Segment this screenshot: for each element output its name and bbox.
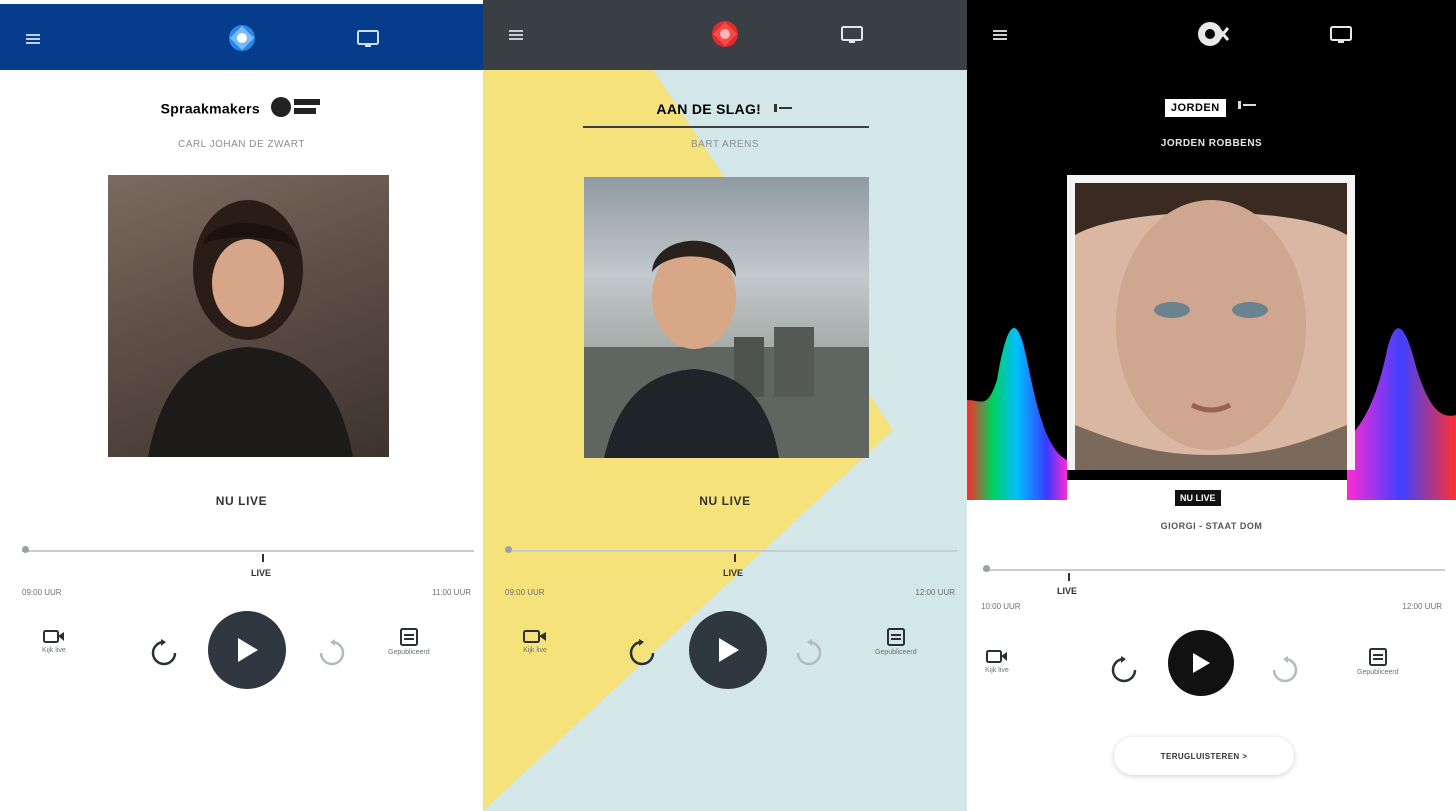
- watch-live-button[interactable]: Kijk live: [985, 648, 1009, 674]
- time-end: 12:00 UUR: [1402, 602, 1442, 611]
- host-photo: [1067, 175, 1355, 470]
- show-subtitle: BART ARENS: [691, 139, 759, 150]
- play-button[interactable]: [689, 611, 767, 689]
- play-icon: [719, 638, 739, 662]
- station-logo-icon: [1190, 12, 1234, 56]
- now-live-label: NU LIVE: [215, 494, 268, 508]
- show-title: Spraakmakers: [160, 100, 260, 117]
- cast-icon[interactable]: [353, 24, 383, 54]
- cast-icon[interactable]: [837, 20, 867, 50]
- progress-start-dot: [22, 546, 29, 553]
- camera-icon: [523, 630, 546, 643]
- watch-live-button[interactable]: Kijk live: [42, 628, 66, 654]
- show-subtitle: JORDEN ROBBENS: [1160, 138, 1263, 149]
- forward-icon[interactable]: [317, 638, 347, 673]
- play-button[interactable]: [1168, 630, 1234, 696]
- watch-live-button[interactable]: Kijk live: [523, 628, 547, 654]
- progress-start-dot: [983, 565, 990, 572]
- host-photo: [584, 177, 869, 458]
- station-logo-icon: [703, 12, 747, 56]
- time-end: 11:00 UUR: [432, 588, 471, 597]
- show-title-row: Spraakmakers: [0, 96, 483, 123]
- list-icon: [1368, 648, 1387, 666]
- time-start: 09:00 UUR: [505, 588, 545, 597]
- rewind-icon[interactable]: [627, 638, 657, 673]
- camera-icon: [42, 630, 64, 643]
- play-icon: [1193, 653, 1210, 673]
- watch-live-label: Kijk live: [985, 667, 1009, 674]
- station-logo-icon: [220, 16, 264, 60]
- track-info: GIORGI - STAAT DOM: [1160, 521, 1263, 531]
- show-title-row: JORDEN: [967, 98, 1456, 118]
- progress-track[interactable]: [983, 569, 1445, 571]
- progress-start-dot: [505, 546, 512, 553]
- cast-icon[interactable]: [1326, 20, 1356, 50]
- live-marker-label: LIVE: [723, 568, 744, 578]
- app-comparison-stage: Spraakmakers CARL JOHAN DE ZWART NU LIVE…: [0, 0, 1456, 811]
- live-marker-label: LIVE: [251, 568, 272, 578]
- play-button[interactable]: [208, 611, 286, 689]
- header-bar: [483, 0, 967, 70]
- forward-icon[interactable]: [1270, 655, 1300, 690]
- published-label: Gepubliceerd: [388, 649, 430, 656]
- time-start: 10:00 UUR: [981, 602, 1021, 611]
- published-label: Gepubliceerd: [1357, 669, 1399, 676]
- player-panel-radio1: Spraakmakers CARL JOHAN DE ZWART NU LIVE…: [0, 0, 483, 811]
- published-button[interactable]: Gepubliceerd: [388, 628, 430, 656]
- title-underline: [583, 126, 869, 128]
- header-bar: [0, 4, 483, 70]
- time-end: 12:00 UUR: [915, 588, 955, 597]
- menu-icon[interactable]: [985, 20, 1015, 50]
- live-marker-tick: [1068, 573, 1070, 581]
- listen-back-button[interactable]: TERUGLUISTEREN >: [1114, 737, 1294, 775]
- show-title: AAN DE SLAG!: [656, 101, 762, 118]
- camera-icon: [985, 650, 1007, 663]
- menu-icon[interactable]: [18, 24, 48, 54]
- menu-icon[interactable]: [501, 20, 531, 50]
- progress-track[interactable]: [505, 550, 957, 552]
- play-icon: [238, 638, 258, 662]
- time-start: 09:00 UUR: [22, 588, 62, 597]
- header-bar: [967, 0, 1456, 70]
- show-subtitle: CARL JOHAN DE ZWART: [178, 139, 305, 150]
- show-title-row: AAN DE SLAG!: [483, 101, 967, 119]
- progress-track[interactable]: [22, 550, 474, 552]
- published-button[interactable]: Gepubliceerd: [875, 628, 917, 656]
- info-arrow-icon: [1238, 98, 1258, 116]
- rewind-icon[interactable]: [149, 638, 179, 673]
- list-icon: [399, 628, 418, 646]
- forward-icon[interactable]: [794, 638, 824, 673]
- show-title: JORDEN: [1164, 99, 1226, 118]
- watch-live-label: Kijk live: [523, 647, 547, 654]
- player-panel-3fm: JORDEN JORDEN ROBBENS NU LIVE GIORGI - S…: [967, 0, 1456, 811]
- info-arrow-icon: [773, 101, 794, 119]
- list-icon: [886, 628, 905, 646]
- live-marker-tick: [262, 554, 264, 562]
- radio1-logo-icon: [270, 96, 322, 123]
- published-button[interactable]: Gepubliceerd: [1357, 648, 1399, 676]
- now-live-label: NU LIVE: [699, 494, 751, 508]
- watch-live-label: Kijk live: [42, 647, 66, 654]
- live-marker-tick: [734, 554, 736, 562]
- published-label: Gepubliceerd: [875, 649, 917, 656]
- rewind-icon[interactable]: [1109, 655, 1139, 690]
- live-marker-label: LIVE: [1057, 586, 1078, 596]
- now-live-badge: NU LIVE: [1175, 490, 1221, 506]
- host-photo: [108, 175, 389, 457]
- player-panel-radio2: AAN DE SLAG! BART ARENS NU LIVE LIVE 09:…: [483, 0, 967, 811]
